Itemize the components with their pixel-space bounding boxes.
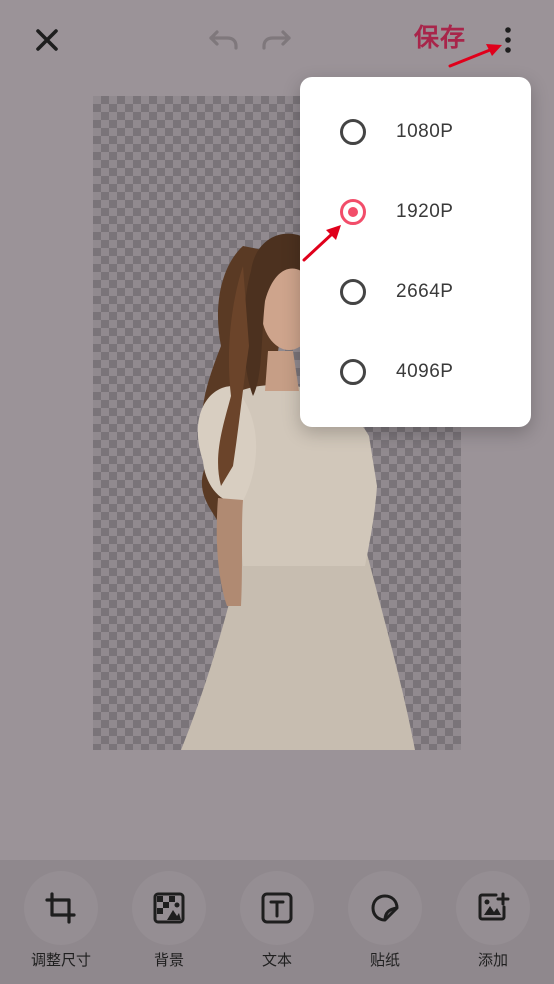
tool-label: 添加 xyxy=(477,951,508,969)
undo-icon xyxy=(209,30,238,50)
tool-background-button[interactable] xyxy=(132,871,206,945)
add-image-icon xyxy=(478,892,510,921)
tool-text-button[interactable] xyxy=(240,871,314,945)
tool-label: 贴纸 xyxy=(369,951,400,969)
more-vert-icon xyxy=(505,27,511,53)
tool-label: 调整尺寸 xyxy=(30,951,91,969)
tool-background[interactable]: 背景 xyxy=(124,871,214,981)
redo-button[interactable] xyxy=(256,20,296,60)
annotation-arrow-icon xyxy=(302,225,341,262)
radio-button[interactable] xyxy=(340,119,366,145)
tool-label: 背景 xyxy=(153,951,184,969)
resolution-option-1080p[interactable]: 1080P xyxy=(300,92,531,172)
resolution-option-label: 1080P xyxy=(396,121,454,142)
redo-icon xyxy=(262,30,291,50)
resolution-option-2664p[interactable]: 2664P xyxy=(300,252,531,332)
sticker-icon xyxy=(371,894,399,922)
crop-icon xyxy=(45,892,76,924)
tool-resize[interactable]: 调整尺寸 xyxy=(16,871,106,981)
tool-add[interactable]: 添加 xyxy=(448,871,538,981)
background-icon xyxy=(153,892,185,924)
tool-resize-button[interactable] xyxy=(24,871,98,945)
resolution-option-4096p[interactable]: 4096P xyxy=(300,332,531,412)
bottom-toolbar: 调整尺寸 背景 文本 贴纸 添加 xyxy=(0,860,554,984)
tool-add-button[interactable] xyxy=(456,871,530,945)
tool-sticker[interactable]: 贴纸 xyxy=(340,871,430,981)
text-icon xyxy=(261,892,293,924)
resolution-option-label: 4096P xyxy=(396,361,454,382)
radio-button[interactable] xyxy=(340,359,366,385)
annotation-arrow-icon xyxy=(448,44,502,68)
undo-button[interactable] xyxy=(204,20,244,60)
close-button[interactable] xyxy=(26,20,68,60)
resolution-option-label: 2664P xyxy=(396,281,454,302)
tool-text[interactable]: 文本 xyxy=(232,871,322,981)
tool-sticker-button[interactable] xyxy=(348,871,422,945)
close-icon xyxy=(36,29,58,51)
tool-label: 文本 xyxy=(261,951,292,969)
radio-button[interactable] xyxy=(340,279,366,305)
resolution-option-label: 1920P xyxy=(396,201,454,222)
